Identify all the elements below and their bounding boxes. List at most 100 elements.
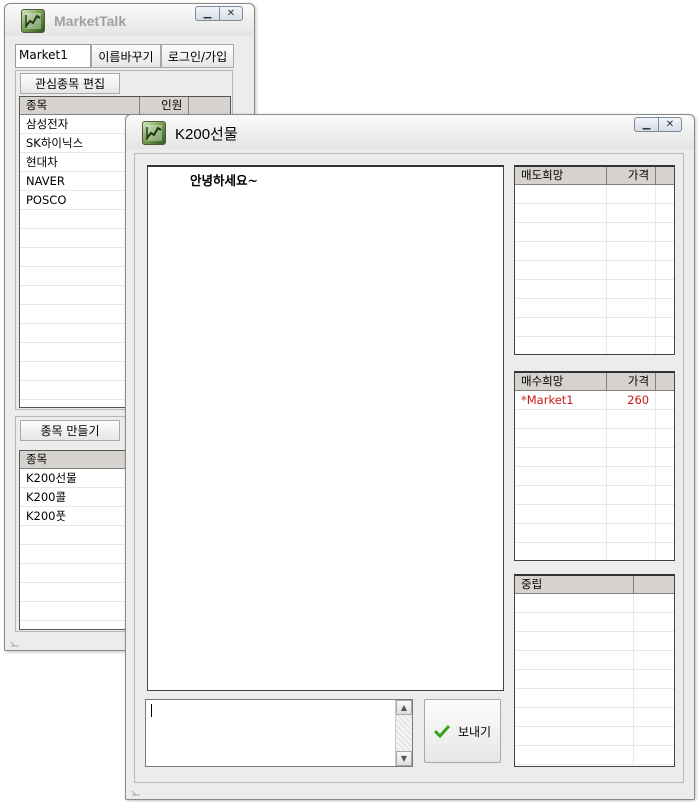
table-cell xyxy=(634,632,674,650)
table-cell xyxy=(634,746,674,764)
table-row[interactable] xyxy=(515,242,674,261)
minimize-icon[interactable]: ▁ xyxy=(195,6,219,21)
message-input[interactable]: ▲ ▼ xyxy=(145,699,413,767)
column-header-price[interactable]: 가격 xyxy=(607,167,657,184)
column-header-count[interactable]: 인원 xyxy=(140,97,190,114)
table-row[interactable] xyxy=(515,689,674,708)
table-cell xyxy=(656,318,674,336)
input-scrollbar[interactable]: ▲ ▼ xyxy=(395,700,412,766)
table-row[interactable] xyxy=(515,524,674,543)
table-row[interactable] xyxy=(515,280,674,299)
column-header-name[interactable]: 종목 xyxy=(20,97,140,114)
table-row[interactable] xyxy=(515,261,674,280)
table-row[interactable]: *Market1 260 xyxy=(515,391,674,410)
buyer-name-cell: *Market1 xyxy=(515,391,607,409)
column-header-buy[interactable]: 매수희망 xyxy=(515,373,607,390)
table-cell xyxy=(515,204,607,222)
table-row[interactable] xyxy=(515,410,674,429)
table-cell xyxy=(607,505,657,523)
table-row[interactable] xyxy=(515,299,674,318)
table-cell xyxy=(656,486,674,504)
table-cell xyxy=(515,746,635,764)
table-row[interactable] xyxy=(515,708,674,727)
price-cell: 260 xyxy=(607,391,657,409)
table-cell xyxy=(515,524,607,542)
table-row[interactable] xyxy=(515,670,674,689)
scroll-up-icon[interactable]: ▲ xyxy=(396,700,412,715)
column-header-extra xyxy=(656,373,674,390)
chat-log[interactable]: 안녕하세요~ xyxy=(147,165,504,691)
table-cell xyxy=(515,708,635,726)
table-row[interactable] xyxy=(515,223,674,242)
table-cell xyxy=(515,651,635,669)
table-row[interactable] xyxy=(515,318,674,337)
table-row[interactable] xyxy=(515,448,674,467)
create-item-button[interactable]: 종목 만들기 xyxy=(20,420,120,441)
table-cell xyxy=(634,651,674,669)
username-field[interactable]: Market1 xyxy=(15,44,91,68)
table-cell xyxy=(656,448,674,466)
close-icon[interactable]: ✕ xyxy=(219,6,243,21)
table-row[interactable] xyxy=(515,746,674,765)
edit-watchlist-button[interactable]: 관심종목 편집 xyxy=(20,73,120,94)
table-cell xyxy=(515,318,607,336)
table-row[interactable] xyxy=(515,337,674,354)
chat-titlebar[interactable]: K200선물 ▁ ✕ xyxy=(126,115,694,149)
column-header-price[interactable]: 가격 xyxy=(607,373,657,390)
table-row[interactable] xyxy=(515,204,674,223)
chat-window: K200선물 ▁ ✕ 안녕하세요~ ▲ ▼ 보내기 매도희망 가격 매수희망 가… xyxy=(125,114,695,800)
column-header-sell[interactable]: 매도희망 xyxy=(515,167,607,184)
stock-chart-icon xyxy=(142,121,166,145)
resize-grip-icon[interactable] xyxy=(9,636,21,648)
table-row[interactable] xyxy=(515,505,674,524)
send-button-label: 보내기 xyxy=(457,724,492,739)
table-cell xyxy=(607,185,657,203)
table-cell xyxy=(515,727,635,745)
stock-name-cell: POSCO xyxy=(20,191,140,209)
rename-button[interactable]: 이름바꾸기 xyxy=(91,44,161,68)
table-cell xyxy=(607,467,657,485)
text-cursor xyxy=(151,704,152,717)
window-title: MarketTalk xyxy=(54,13,127,29)
table-cell xyxy=(656,410,674,428)
table-row[interactable] xyxy=(515,651,674,670)
table-row[interactable] xyxy=(515,727,674,746)
buy-header: 매수희망 가격 xyxy=(515,373,674,391)
table-row[interactable] xyxy=(515,185,674,204)
stock-name-cell: SK하이닉스 xyxy=(20,134,140,152)
chat-message: 안녕하세요~ xyxy=(190,173,258,188)
table-cell xyxy=(20,362,140,380)
window-controls: ▁ ✕ xyxy=(195,6,243,22)
table-row[interactable] xyxy=(515,467,674,486)
close-icon[interactable]: ✕ xyxy=(658,117,682,132)
table-row[interactable] xyxy=(515,632,674,651)
table-cell xyxy=(607,318,657,336)
table-row[interactable] xyxy=(515,486,674,505)
table-cell xyxy=(20,286,140,304)
column-header-extra xyxy=(634,576,674,593)
table-row[interactable] xyxy=(515,543,674,560)
login-signup-button[interactable]: 로그인/가입 xyxy=(161,44,234,68)
table-cell xyxy=(20,305,140,323)
column-header-neutral[interactable]: 중립 xyxy=(515,576,635,593)
table-row[interactable] xyxy=(515,429,674,448)
table-row[interactable] xyxy=(515,594,674,613)
table-row[interactable] xyxy=(515,613,674,632)
sell-header: 매도희망 가격 xyxy=(515,167,674,185)
column-header-item[interactable]: 종목 xyxy=(20,451,140,468)
table-cell xyxy=(515,613,635,631)
table-cell xyxy=(607,337,657,354)
minimize-icon[interactable]: ▁ xyxy=(634,117,658,132)
table-cell xyxy=(607,223,657,241)
table-cell xyxy=(515,632,635,650)
markettalk-titlebar[interactable]: MarketTalk ▁ ✕ xyxy=(5,4,254,36)
send-button[interactable]: 보내기 xyxy=(424,699,501,763)
scroll-down-icon[interactable]: ▼ xyxy=(396,751,412,766)
table-cell xyxy=(20,526,140,544)
table-cell xyxy=(607,204,657,222)
table-cell xyxy=(515,410,607,428)
table-cell xyxy=(20,229,140,247)
resize-grip-icon[interactable] xyxy=(130,785,142,797)
table-cell xyxy=(515,223,607,241)
table-cell xyxy=(656,299,674,317)
